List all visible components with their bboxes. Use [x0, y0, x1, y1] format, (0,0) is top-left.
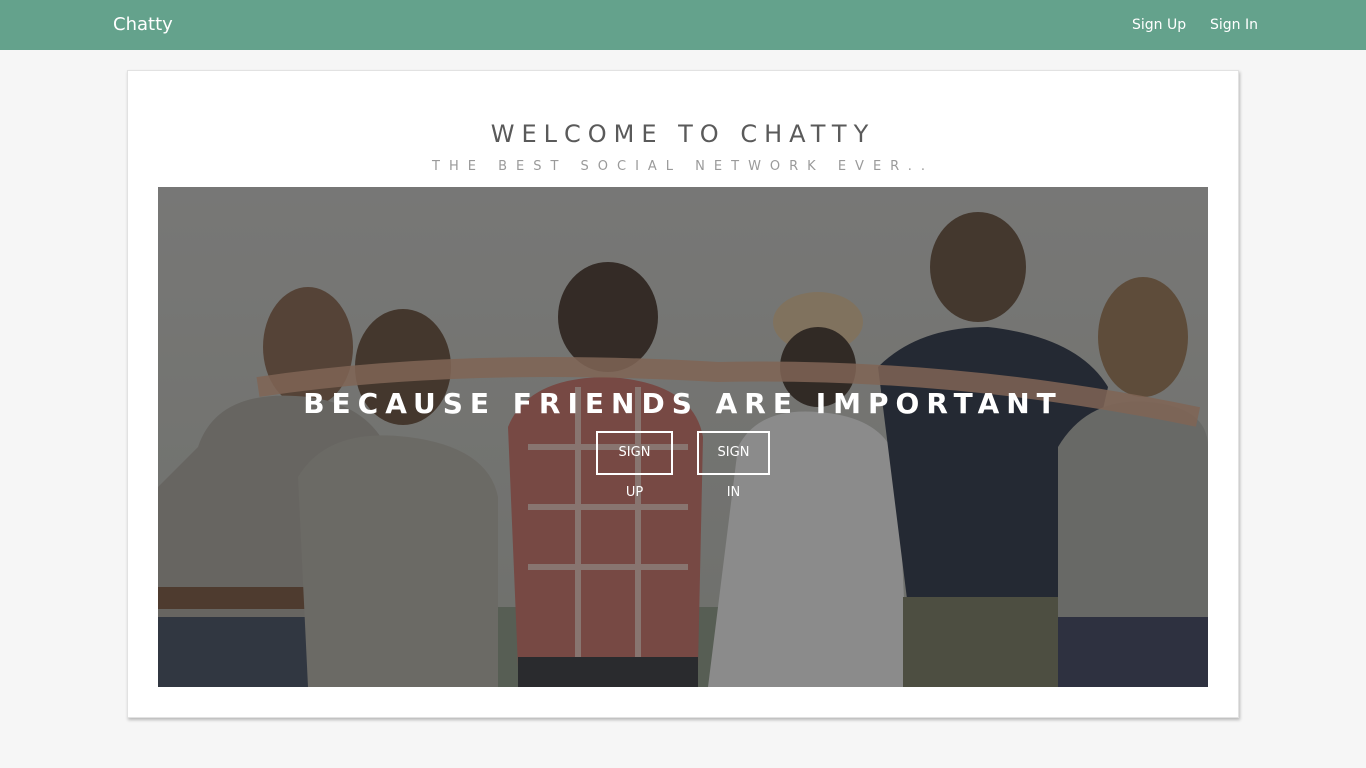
page-subtitle: THE BEST SOCIAL NETWORK EVER.. [432, 159, 934, 174]
brand-logo[interactable]: Chatty [113, 14, 173, 35]
nav-sign-up-link[interactable]: Sign Up [1132, 17, 1186, 33]
nav-sign-in-link[interactable]: Sign In [1210, 17, 1258, 33]
hero-sign-in-button[interactable]: SIGN IN [697, 431, 770, 500]
hero-dark-overlay [158, 187, 1208, 687]
page-title: WELCOME TO CHATTY [490, 120, 876, 148]
hero-sign-up-button[interactable]: SIGN UP [596, 431, 673, 500]
hero-banner: BECAUSE FRIENDS ARE IMPORTANT SIGN UP SI… [158, 187, 1208, 687]
hero-tagline: BECAUSE FRIENDS ARE IMPORTANT [303, 387, 1063, 420]
top-navbar: Chatty Sign Up Sign In [0, 0, 1366, 50]
